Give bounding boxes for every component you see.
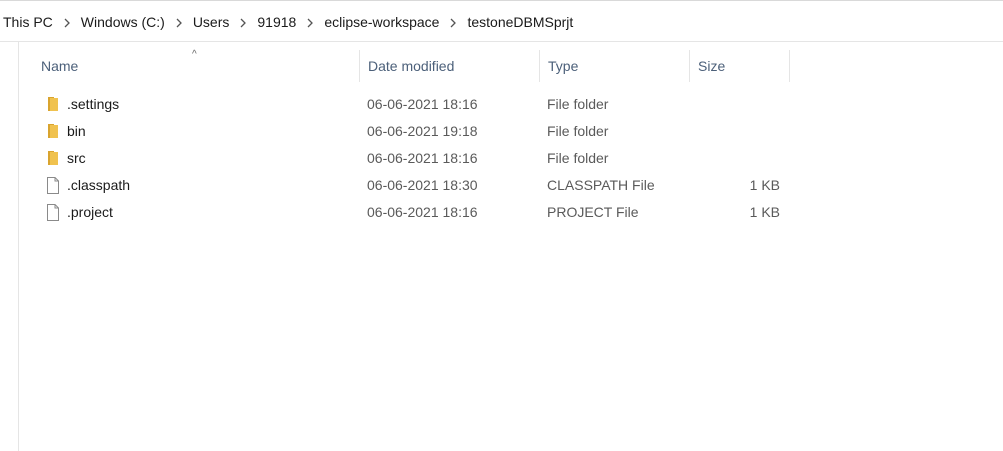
file-size xyxy=(700,118,780,145)
file-row[interactable]: .settings 06-06-2021 18:16 File folder xyxy=(40,91,800,118)
file-row[interactable]: .classpath 06-06-2021 18:30 CLASSPATH Fi… xyxy=(40,172,800,199)
folder-icon xyxy=(44,95,62,113)
breadcrumb-windows-c[interactable]: Windows (C:) xyxy=(80,14,166,30)
breadcrumb-users[interactable]: Users xyxy=(192,14,231,30)
file-explorer: This PC Windows (C:) Users 91918 eclipse… xyxy=(0,0,1003,451)
file-type: File folder xyxy=(547,150,609,166)
column-header-type-label: Type xyxy=(548,58,579,74)
file-type: File folder xyxy=(547,96,609,112)
file-size: 1 KB xyxy=(749,177,780,193)
file-icon xyxy=(44,176,62,194)
column-header-row: Name Date modified Type Size xyxy=(19,42,1003,82)
file-date-modified: 06-06-2021 18:30 xyxy=(367,177,478,193)
folder-icon xyxy=(44,149,62,167)
breadcrumb-91918[interactable]: 91918 xyxy=(256,14,297,30)
breadcrumb: This PC Windows (C:) Users 91918 eclipse… xyxy=(2,1,574,43)
file-size xyxy=(700,91,780,118)
file-date-modified: 06-06-2021 18:16 xyxy=(367,150,478,166)
file-date-modified: 06-06-2021 18:16 xyxy=(367,204,478,220)
column-header-date[interactable]: Date modified xyxy=(360,42,540,82)
breadcrumb-testonedbmsprjt[interactable]: testoneDBMSprjt xyxy=(466,14,574,30)
column-header-size-label: Size xyxy=(698,58,726,74)
column-header-size[interactable]: Size xyxy=(690,42,790,82)
chevron-right-icon[interactable] xyxy=(230,15,256,29)
breadcrumb-this-pc[interactable]: This PC xyxy=(2,14,54,30)
file-date-modified: 06-06-2021 19:18 xyxy=(367,123,478,139)
file-name: .project xyxy=(67,204,113,220)
breadcrumb-eclipse-workspace[interactable]: eclipse-workspace xyxy=(323,14,440,30)
file-name: .classpath xyxy=(67,177,131,193)
file-size xyxy=(700,145,780,172)
column-divider[interactable] xyxy=(789,50,790,82)
address-bar[interactable]: This PC Windows (C:) Users 91918 eclipse… xyxy=(0,0,1003,42)
file-row[interactable]: .project 06-06-2021 18:16 PROJECT File 1… xyxy=(40,199,800,226)
column-header-name[interactable]: Name xyxy=(33,42,360,82)
file-row[interactable]: bin 06-06-2021 19:18 File folder xyxy=(40,118,800,145)
chevron-right-icon[interactable] xyxy=(166,15,192,29)
pane-divider xyxy=(18,42,19,451)
file-icon xyxy=(44,203,62,221)
column-header-name-label: Name xyxy=(41,58,79,74)
file-type: CLASSPATH File xyxy=(547,177,655,193)
file-name: bin xyxy=(67,123,86,139)
sort-ascending-icon: ^ xyxy=(192,49,197,60)
file-row[interactable]: src 06-06-2021 18:16 File folder xyxy=(40,145,800,172)
chevron-right-icon[interactable] xyxy=(440,15,466,29)
file-date-modified: 06-06-2021 18:16 xyxy=(367,96,478,112)
column-header-type[interactable]: Type xyxy=(540,42,690,82)
file-name: .settings xyxy=(67,96,120,112)
chevron-right-icon[interactable] xyxy=(297,15,323,29)
column-header-date-label: Date modified xyxy=(368,58,455,74)
folder-icon xyxy=(44,122,62,140)
file-name: src xyxy=(67,150,86,166)
file-type: File folder xyxy=(547,123,609,139)
chevron-right-icon[interactable] xyxy=(54,15,80,29)
file-type: PROJECT File xyxy=(547,204,639,220)
file-size: 1 KB xyxy=(749,204,780,220)
